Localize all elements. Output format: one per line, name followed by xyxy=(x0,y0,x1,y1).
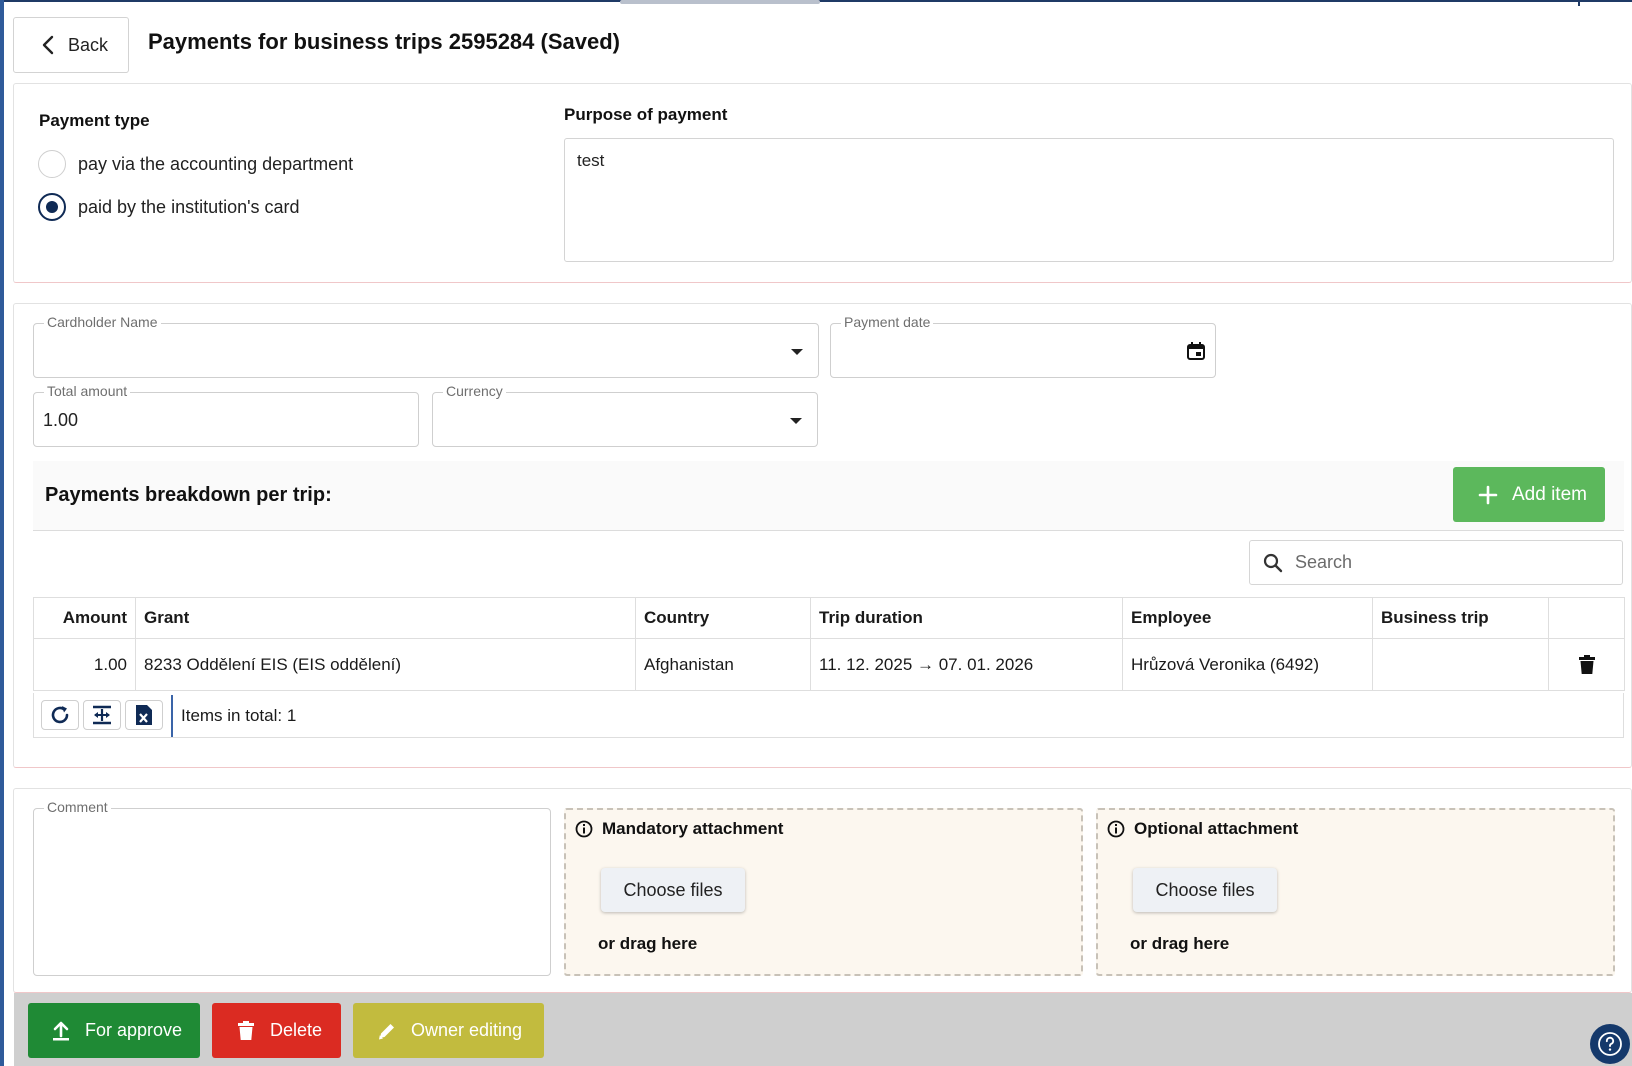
radio-option-card[interactable]: paid by the institution's card xyxy=(38,193,300,221)
cell-country: Afghanistan xyxy=(635,638,811,691)
add-item-button[interactable]: Add item xyxy=(1453,467,1605,522)
plus-icon xyxy=(1478,485,1498,504)
column-header-amount[interactable]: Amount xyxy=(33,597,136,639)
purpose-value: test xyxy=(577,151,605,170)
items-total: Items in total: 1 xyxy=(181,706,297,725)
currency-label: Currency xyxy=(443,383,506,399)
optional-attachment-label: Optional attachment xyxy=(1134,819,1299,838)
optional-attachment-dropzone[interactable]: Optional attachment Choose files or drag… xyxy=(1096,808,1615,976)
table-row[interactable]: 1.00 8233 Oddělení EIS (EIS oddělení) Af… xyxy=(33,638,1625,691)
search-placeholder: Search xyxy=(1295,552,1353,572)
breakdown-title: Payments breakdown per trip: xyxy=(45,484,332,506)
upload-icon xyxy=(53,1021,69,1040)
refresh-icon xyxy=(51,706,69,724)
cell-employee: Hrůzová Veronika (6492) xyxy=(1122,638,1373,691)
payment-date-field[interactable]: Payment date xyxy=(830,314,1216,378)
breakdown-table: Amount Grant Country Trip duration Emplo… xyxy=(33,597,1625,691)
chevron-down-icon xyxy=(790,418,802,424)
comment-textarea[interactable]: Comment xyxy=(33,799,551,976)
radio-accounting[interactable] xyxy=(38,150,66,178)
cell-trip-duration: 11. 12. 2025 → 07. 01. 2026 xyxy=(810,638,1123,691)
choose-files-button-optional[interactable]: Choose files xyxy=(1133,868,1277,912)
search-icon xyxy=(1263,553,1283,572)
owner-editing-button[interactable]: Owner editing xyxy=(353,1003,544,1058)
comment-label: Comment xyxy=(44,799,111,815)
info-icon xyxy=(1107,820,1125,838)
info-icon xyxy=(575,820,593,838)
help-icon xyxy=(1598,1032,1622,1056)
chevron-left-icon xyxy=(42,35,54,55)
left-edge xyxy=(0,0,4,1066)
cardholder-label: Cardholder Name xyxy=(44,314,161,330)
payment-type-label: Payment type xyxy=(39,111,150,130)
mandatory-attachment-title: Mandatory attachment xyxy=(575,819,783,839)
cell-delete xyxy=(1548,638,1625,691)
trash-icon[interactable] xyxy=(1578,654,1595,675)
pencil-icon xyxy=(379,1023,394,1039)
fit-columns-button[interactable] xyxy=(83,700,121,730)
choose-files-button-mandatory[interactable]: Choose files xyxy=(601,868,745,912)
cardholder-select[interactable]: Cardholder Name xyxy=(33,314,819,378)
delete-label: Delete xyxy=(270,1020,323,1040)
total-amount-label: Total amount xyxy=(44,383,131,399)
top-border xyxy=(0,0,1632,6)
radio-card-label: paid by the institution's card xyxy=(78,196,300,217)
trash-icon xyxy=(238,1020,254,1040)
mandatory-attachment-label: Mandatory attachment xyxy=(602,819,784,838)
calendar-icon[interactable] xyxy=(1186,341,1206,361)
fit-columns-icon xyxy=(93,705,111,725)
cell-amount: 1.00 xyxy=(33,638,136,691)
radio-card[interactable] xyxy=(38,193,66,221)
search-input[interactable]: Search xyxy=(1249,540,1623,585)
radio-accounting-label: pay via the accounting department xyxy=(78,153,354,174)
add-item-label: Add item xyxy=(1512,483,1587,505)
column-header-actions xyxy=(1548,597,1625,639)
refresh-button[interactable] xyxy=(41,700,79,730)
radio-option-accounting[interactable]: pay via the accounting department xyxy=(38,150,353,178)
for-approve-label: For approve xyxy=(85,1020,183,1040)
total-amount-value: 1.00 xyxy=(43,410,79,430)
cell-business-trip xyxy=(1372,638,1549,691)
column-header-employee[interactable]: Employee xyxy=(1122,597,1373,639)
toolbar-divider xyxy=(171,695,173,737)
currency-select[interactable]: Currency xyxy=(432,383,818,447)
purpose-label: Purpose of payment xyxy=(564,105,728,124)
column-header-business-trip[interactable]: Business trip xyxy=(1372,597,1549,639)
for-approve-button[interactable]: For approve xyxy=(28,1003,200,1058)
purpose-textarea[interactable]: test xyxy=(564,138,1614,262)
mandatory-attachment-dropzone[interactable]: Mandatory attachment Choose files or dra… xyxy=(564,808,1083,976)
excel-export-icon xyxy=(136,705,152,725)
drag-here-mandatory: or drag here xyxy=(598,934,698,953)
optional-attachment-title: Optional attachment xyxy=(1107,819,1298,839)
page-title: Payments for business trips 2595284 (Sav… xyxy=(148,29,620,54)
cell-grant: 8233 Oddělení EIS (EIS oddělení) xyxy=(135,638,636,691)
owner-editing-label: Owner editing xyxy=(411,1020,523,1040)
column-header-country[interactable]: Country xyxy=(635,597,811,639)
back-button[interactable]: Back xyxy=(13,17,129,73)
total-amount-field[interactable]: Total amount 1.00 xyxy=(33,383,419,447)
column-header-grant[interactable]: Grant xyxy=(135,597,636,639)
chevron-down-icon xyxy=(791,349,803,355)
delete-button[interactable]: Delete xyxy=(212,1003,341,1058)
help-button[interactable] xyxy=(1590,1024,1630,1064)
excel-export-button[interactable] xyxy=(125,700,163,730)
table-header-row: Amount Grant Country Trip duration Emplo… xyxy=(33,597,1625,639)
column-header-trip-duration[interactable]: Trip duration xyxy=(810,597,1123,639)
payment-date-label: Payment date xyxy=(841,314,934,330)
back-label: Back xyxy=(68,34,109,55)
drag-here-optional: or drag here xyxy=(1130,934,1230,953)
